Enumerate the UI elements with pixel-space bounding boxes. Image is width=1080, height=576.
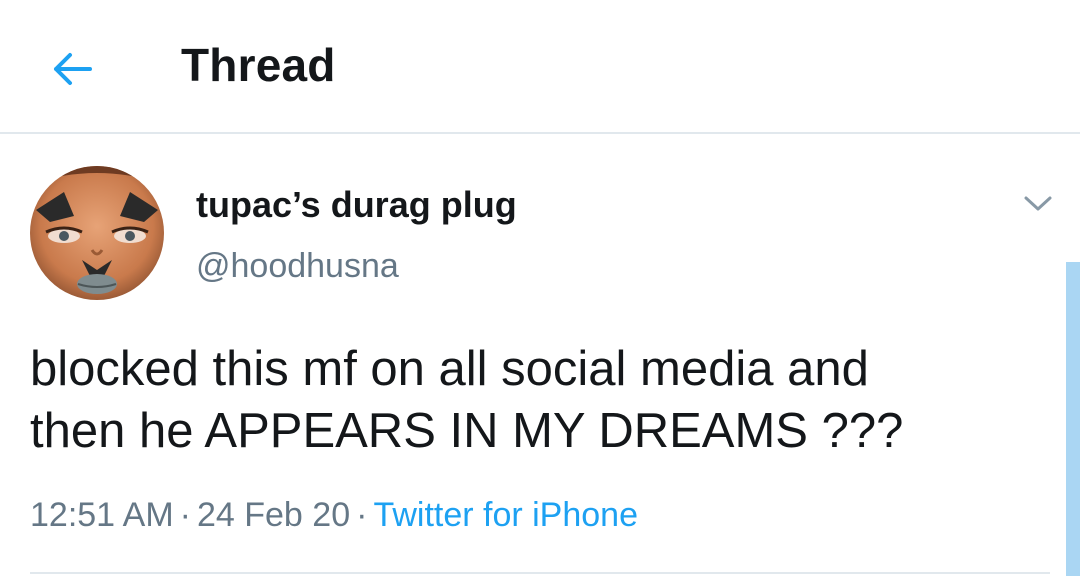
tweet-time: 12:51 AM: [30, 496, 174, 534]
tweet-date: 24 Feb 20: [196, 496, 351, 534]
author-handle[interactable]: @hoodhusna: [196, 247, 399, 286]
avatar[interactable]: [30, 166, 164, 300]
arrow-left-icon: [54, 53, 92, 85]
meta-separator: ·: [356, 496, 368, 534]
tweet-text-line: blocked this mf on all social media and: [30, 342, 869, 396]
tweet-source-link[interactable]: Twitter for iPhone: [373, 496, 638, 534]
tweet-thread-screen: Thread tupac’s durag plug @hoodhusna blo…: [0, 0, 1080, 576]
tweet-menu-button[interactable]: [1018, 190, 1058, 218]
author-display-name[interactable]: tupac’s durag plug: [196, 184, 517, 226]
scrollbar[interactable]: [1066, 262, 1080, 576]
tweet-text-line: then he APPEARS IN MY DREAMS ???: [30, 404, 904, 458]
divider: [30, 572, 1050, 574]
page-title: Thread: [181, 39, 336, 91]
thread-header: Thread: [0, 0, 1080, 134]
chevron-down-icon: [1024, 196, 1052, 211]
profile-photo: [30, 166, 164, 300]
tweet-metadata: 12:51 AM · 24 Feb 20 · Twitter for iPhone: [30, 496, 638, 535]
back-button[interactable]: [44, 44, 100, 94]
tweet-text: blocked this mf on all social media and …: [30, 338, 1030, 462]
meta-separator: ·: [179, 496, 191, 534]
